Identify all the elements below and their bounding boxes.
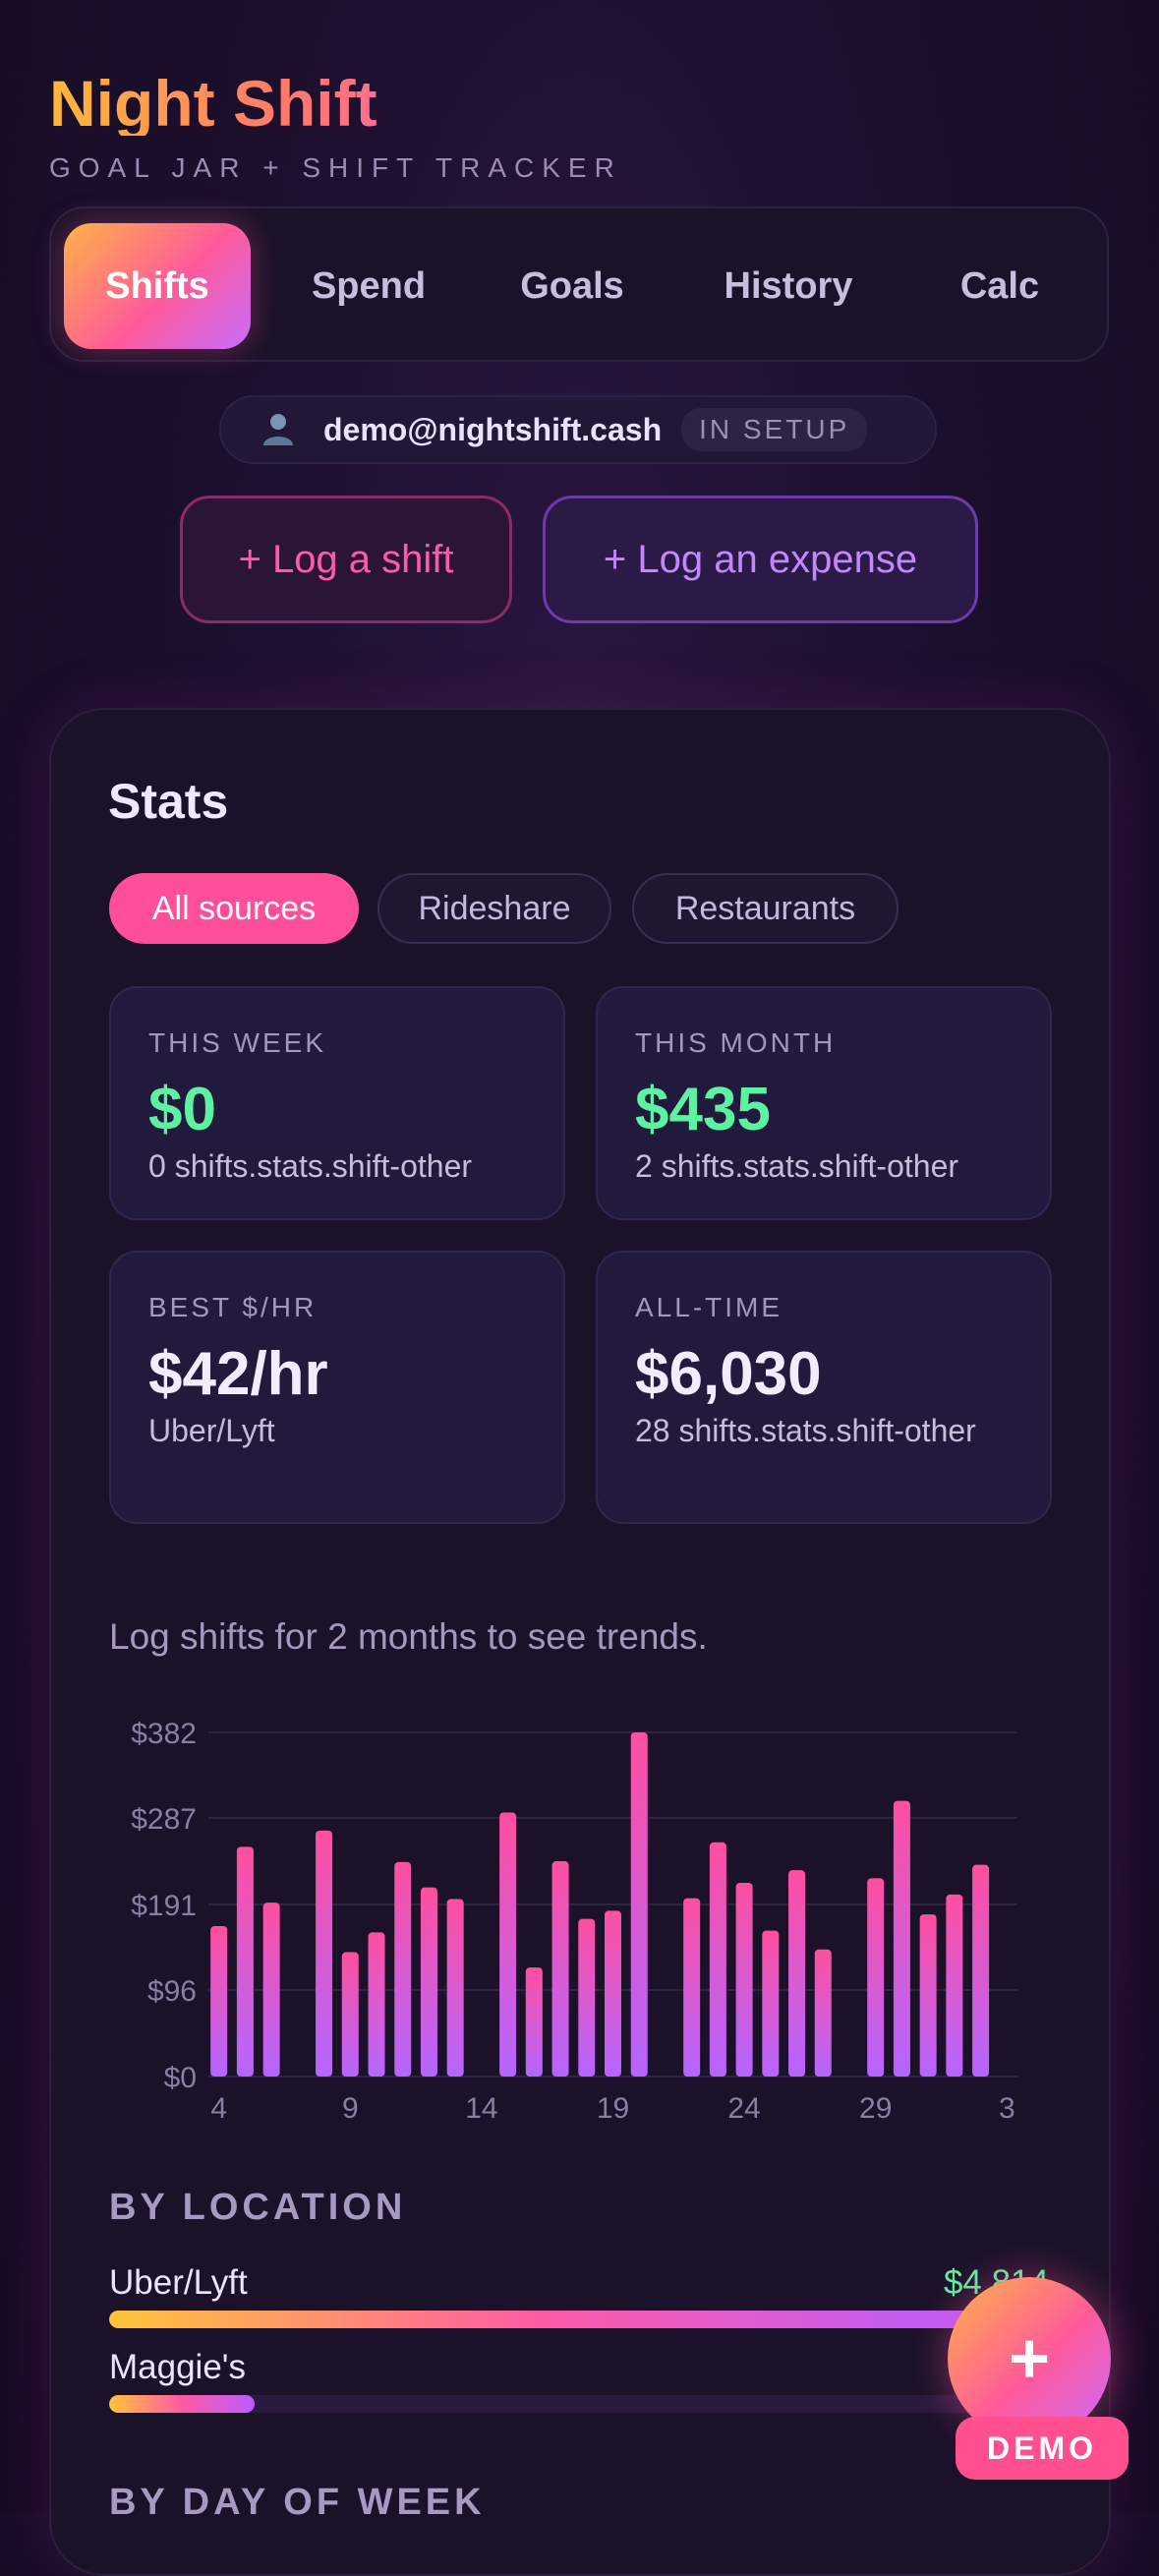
filter-restaurants[interactable]: Restaurants	[632, 873, 898, 944]
x-tick-label: 3	[999, 2092, 1015, 2125]
by-day-heading: BY DAY OF WEEK	[109, 2482, 486, 2523]
stat-value: $0	[148, 1076, 216, 1143]
tab-spend[interactable]: Spend	[285, 223, 452, 349]
location-name-uber-lyft: Uber/Lyft	[109, 2263, 248, 2302]
app-subtitle: GOAL JAR + SHIFT TRACKER	[49, 152, 622, 183]
chart-bar[interactable]	[394, 1861, 412, 2077]
filter-all-sources[interactable]: All sources	[109, 873, 359, 944]
chart-bar[interactable]	[893, 1800, 910, 2077]
x-tick-label: 14	[465, 2092, 497, 2125]
location-bar-maggies	[109, 2395, 1049, 2413]
y-tick-label: $0	[164, 2062, 197, 2094]
chart-bar[interactable]	[236, 1846, 254, 2077]
chart-bar[interactable]	[341, 1952, 359, 2077]
log-expense-button[interactable]: + Log an expense	[543, 496, 978, 623]
location-bar-uber-lyft	[109, 2311, 1049, 2328]
chart-bar[interactable]	[735, 1883, 753, 2077]
chart-bar[interactable]	[683, 1898, 701, 2077]
filter-rideshare[interactable]: Rideshare	[377, 873, 611, 944]
chart-bar[interactable]	[551, 1861, 569, 2077]
tab-history[interactable]: History	[690, 223, 887, 349]
stat-value: $435	[635, 1076, 771, 1143]
x-tick-label: 19	[597, 2092, 629, 2125]
chart-bar[interactable]	[525, 1967, 543, 2077]
tab-goals[interactable]: Goals	[489, 223, 656, 349]
stat-label: THIS MONTH	[635, 1027, 837, 1058]
x-tick-label: 9	[342, 2092, 359, 2125]
x-tick-label: 29	[859, 2092, 892, 2125]
location-name-maggies: Maggie's	[109, 2348, 246, 2386]
chart-bar[interactable]	[499, 1812, 517, 2077]
chart-bar[interactable]	[919, 1914, 937, 2077]
stat-sub: 2 shifts.stats.shift-other	[635, 1148, 959, 1184]
stat-label: THIS WEEK	[148, 1027, 327, 1058]
y-tick-label: $287	[131, 1803, 197, 1836]
stat-card-all-time: ALL-TIME $6,030 28 shifts.stats.shift-ot…	[596, 1251, 1052, 1524]
earnings-bar-chart: $0 $96 $191 $287 $382 4 9 14 19 24 29 3	[131, 1718, 1017, 2125]
stat-sub: 0 shifts.stats.shift-other	[148, 1148, 473, 1184]
chart-bar[interactable]	[262, 1903, 280, 2077]
stat-card-best-rate: BEST $/HR $42/hr Uber/Lyft	[109, 1251, 565, 1524]
chart-bar[interactable]	[210, 1925, 228, 2077]
chart-bar[interactable]	[946, 1894, 963, 2077]
chart-bar[interactable]	[605, 1910, 621, 2077]
stat-card-this-week: THIS WEEK $0 0 shifts.stats.shift-other	[109, 986, 565, 1220]
x-tick-label: 24	[727, 2092, 760, 2125]
location-bar-fill	[109, 2311, 974, 2328]
y-tick-label: $382	[131, 1718, 197, 1750]
stat-sub: 28 shifts.stats.shift-other	[635, 1413, 976, 1448]
by-location-heading: BY LOCATION	[109, 2187, 407, 2228]
account-pill[interactable]: demo@nightshift.cash IN SETUP	[219, 395, 937, 464]
trend-message: Log shifts for 2 months to see trends.	[109, 1616, 708, 1657]
chart-bar[interactable]	[788, 1870, 806, 2077]
log-shift-button[interactable]: + Log a shift	[180, 496, 512, 623]
chart-bar[interactable]	[446, 1899, 464, 2077]
stat-value: $42/hr	[148, 1340, 328, 1408]
chart-bar[interactable]	[762, 1930, 780, 2077]
chart-bar[interactable]	[316, 1830, 333, 2077]
plus-icon: +	[1008, 2319, 1051, 2398]
stat-sub: Uber/Lyft	[148, 1413, 275, 1448]
y-tick-label: $191	[131, 1890, 197, 1922]
user-silhouette-icon	[257, 408, 300, 451]
stats-title: Stats	[108, 774, 229, 829]
chart-bar[interactable]	[630, 1732, 648, 2077]
tab-calc[interactable]: Calc	[916, 223, 1083, 349]
status-badge: IN SETUP	[681, 408, 868, 451]
chart-bar[interactable]	[814, 1949, 832, 2077]
chart-bar[interactable]	[867, 1878, 885, 2077]
chart-bar[interactable]	[368, 1932, 385, 2077]
demo-badge[interactable]: DEMO	[956, 2417, 1129, 2480]
tab-shifts[interactable]: Shifts	[64, 223, 251, 349]
stat-card-this-month: THIS MONTH $435 2 shifts.stats.shift-oth…	[596, 986, 1052, 1220]
stat-value: $6,030	[635, 1340, 822, 1408]
chart-bar[interactable]	[420, 1887, 437, 2077]
app-title: Night Shift	[49, 67, 377, 140]
tab-bar: Shifts Spend Goals History Calc	[49, 206, 1109, 362]
chart-bar[interactable]	[578, 1918, 596, 2077]
y-tick-label: $96	[147, 1975, 197, 2008]
stat-label: BEST $/HR	[148, 1292, 318, 1322]
stat-label: ALL-TIME	[635, 1292, 783, 1322]
location-bar-fill	[109, 2395, 256, 2413]
user-email: demo@nightshift.cash	[323, 411, 663, 447]
chart-bar[interactable]	[709, 1842, 726, 2077]
chart-bar[interactable]	[972, 1864, 990, 2077]
x-tick-label: 4	[210, 2092, 227, 2125]
